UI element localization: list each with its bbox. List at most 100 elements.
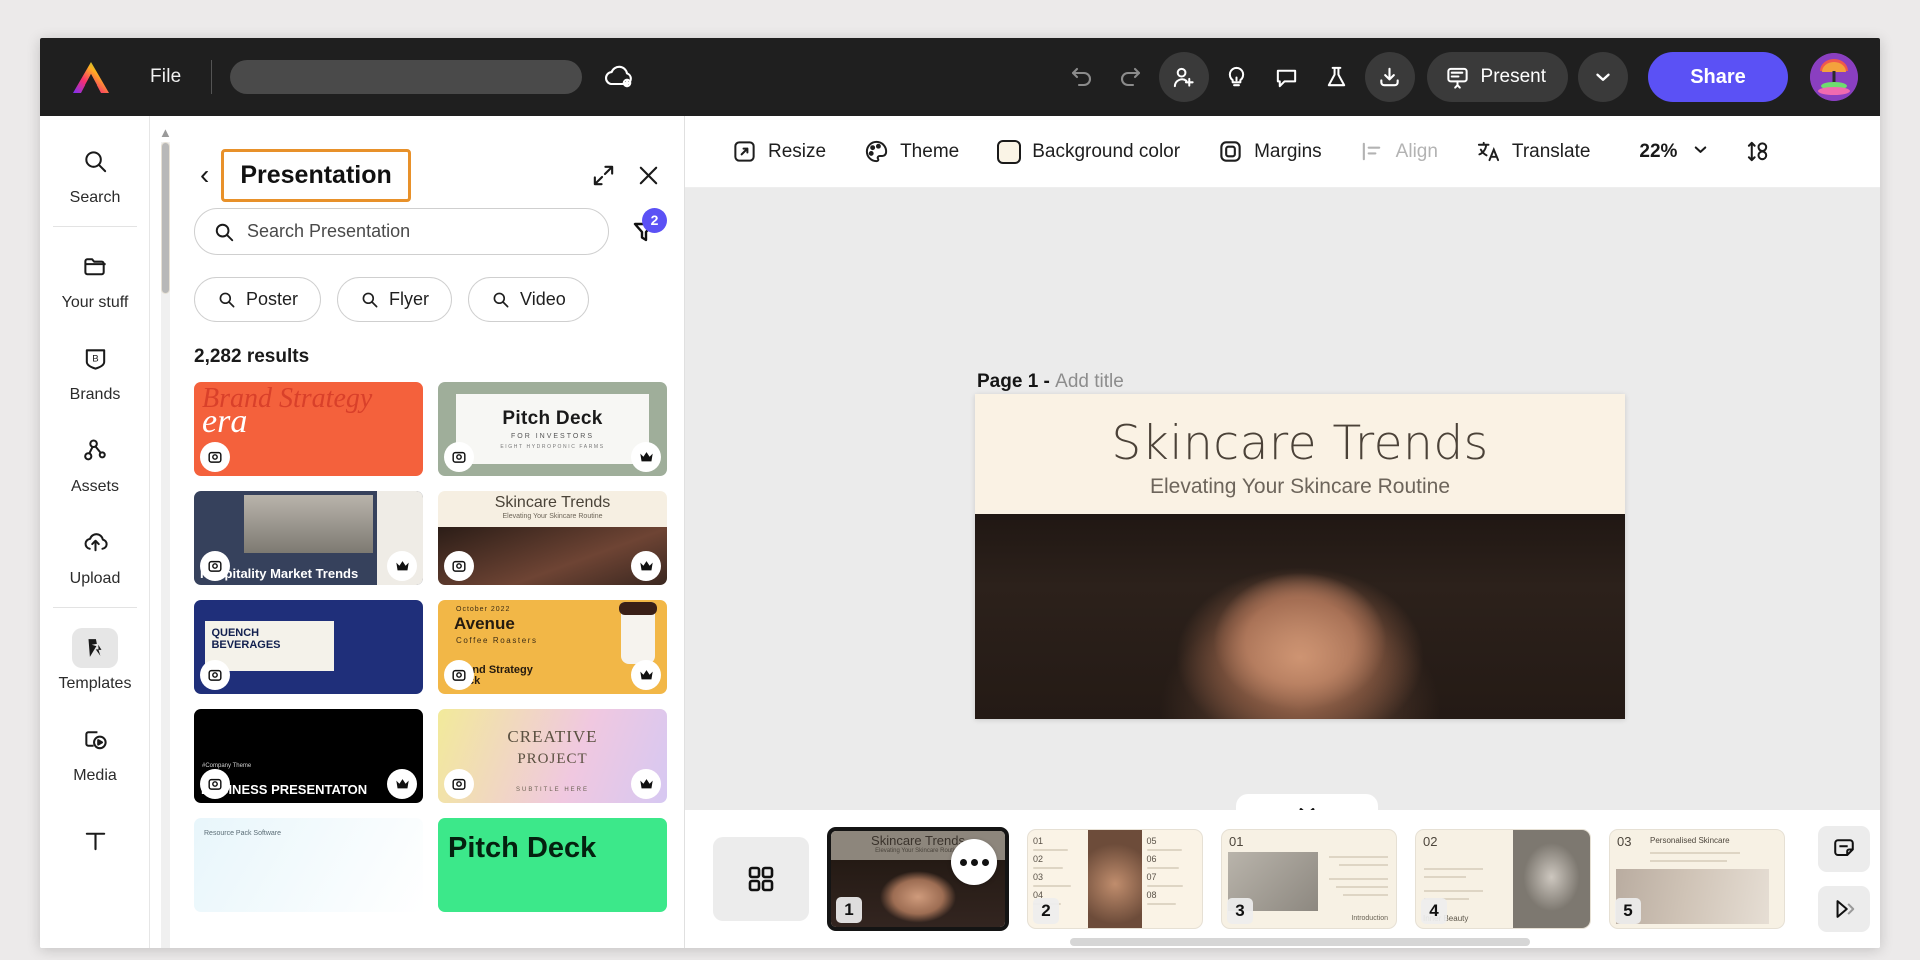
avatar[interactable] (1810, 53, 1858, 101)
undo-icon[interactable] (1059, 55, 1103, 99)
template-card[interactable]: Pitch Deck (438, 818, 667, 912)
template-card[interactable]: #Company Theme BUSINESS PRESENTATON (194, 709, 423, 803)
thumb-item: 02 (1033, 854, 1044, 864)
slide-filmstrip: Skincare Trends Elevating Your Skincare … (685, 810, 1807, 948)
thumb-section-number: 01 (1229, 834, 1244, 849)
scroll-up-arrow-icon[interactable]: ▲ (159, 125, 172, 140)
search-input-wrapper[interactable] (194, 208, 609, 255)
grid-view-button[interactable] (713, 837, 809, 921)
sidebar-item-brands[interactable]: B Brands (40, 325, 150, 417)
expand-diagonal-icon[interactable] (591, 163, 616, 188)
search-icon (213, 221, 235, 243)
notes-button[interactable] (1817, 826, 1870, 872)
filter-button[interactable]: 2 (623, 207, 667, 253)
comment-icon[interactable] (1265, 55, 1309, 99)
slide-thumbnail[interactable]: 02 Inner Beauty 4 (1415, 829, 1591, 929)
template-subtitle: #Company Theme (202, 763, 252, 769)
thumb-item: 01 (1033, 836, 1044, 846)
template-card[interactable]: CREATIVE PROJECT SUBTITLE HERE (438, 709, 667, 803)
sidebar-item-text[interactable] (40, 798, 150, 890)
back-chevron-left-icon[interactable]: ‹ (194, 157, 215, 193)
sidebar-item-label: Your stuff (61, 293, 129, 311)
zoom-control[interactable]: 22% (1639, 140, 1720, 164)
chip-label: Poster (246, 289, 299, 309)
template-title: CREATIVE (507, 727, 598, 746)
template-grid: Brand Strategy era Pitch Deck FOR INVEST… (176, 368, 684, 912)
top-bar-actions: Present Share (1059, 52, 1880, 102)
results-count: 2,282 results (194, 346, 310, 367)
premium-crown-icon (631, 769, 661, 799)
present-options-chevron-down-icon[interactable] (1578, 52, 1628, 102)
template-card[interactable]: Hospitality Market Trends (194, 491, 423, 585)
zoom-level[interactable]: 22% (1639, 141, 1677, 163)
zoom-chevron-down-icon[interactable] (1681, 140, 1720, 164)
panel-header: ‹ Presentation (176, 116, 684, 208)
redo-icon[interactable] (1109, 55, 1153, 99)
slide-number: 1 (836, 897, 862, 923)
slide-thumbnail[interactable]: 03 Personalised Skincare 5 (1609, 829, 1785, 929)
sidebar-item-your-stuff[interactable]: Your stuff (40, 233, 150, 325)
sidebar-item-label: Brands (69, 385, 121, 403)
text-tool-icon (72, 821, 118, 861)
page-title-placeholder[interactable]: Add title (1055, 371, 1124, 392)
play-button[interactable] (1817, 886, 1870, 932)
template-card[interactable]: Skincare Trends Elevating Your Skincare … (438, 491, 667, 585)
share-button[interactable]: Share (1648, 52, 1788, 102)
adobe-express-logo-icon[interactable] (68, 57, 114, 97)
template-card[interactable]: October 2022 Avenue Coffee Roasters Bran… (438, 600, 667, 694)
search-icon (72, 142, 118, 182)
chip-video[interactable]: Video (468, 277, 589, 322)
template-card[interactable]: Pitch Deck FOR INVESTORS EIGHT HYDROPONI… (438, 382, 667, 476)
sidebar-item-search[interactable]: Search (40, 128, 150, 220)
align-button[interactable]: Align (1341, 129, 1457, 175)
sidebar-item-upload[interactable]: Upload (40, 509, 150, 601)
scrollbar-thumb[interactable] (1070, 938, 1530, 946)
close-icon[interactable] (636, 163, 661, 188)
filmstrip-scrollbar[interactable] (685, 936, 1807, 948)
template-title: Skincare Trends (494, 494, 611, 511)
template-subtitle: Elevating Your Skincare Routine (502, 513, 603, 520)
tool-label: Translate (1511, 140, 1591, 162)
fit-to-screen-icon[interactable] (1746, 139, 1771, 164)
scrollbar-thumb[interactable] (161, 142, 170, 294)
template-card[interactable]: Resource Pack Software (194, 818, 423, 912)
search-input[interactable] (247, 221, 590, 242)
present-button[interactable]: Present (1426, 52, 1568, 102)
template-title: QUENCH BEVERAGES (211, 626, 281, 651)
background-color-button[interactable]: Background color (978, 129, 1199, 175)
lightbulb-icon[interactable] (1215, 55, 1259, 99)
resize-button[interactable]: Resize (713, 129, 845, 175)
translate-button[interactable]: Translate (1457, 129, 1610, 175)
chip-flyer[interactable]: Flyer (337, 277, 453, 322)
chip-poster[interactable]: Poster (194, 277, 322, 322)
panel-search-row: 2 (176, 207, 684, 255)
download-icon[interactable] (1364, 52, 1415, 102)
slide-photo (975, 514, 1625, 719)
app-window: File Present Share Search Your stuff B B… (40, 38, 1880, 948)
cloud-sync-icon[interactable] (602, 63, 636, 91)
margins-button[interactable]: Margins (1199, 129, 1341, 175)
flask-icon[interactable] (1315, 55, 1359, 99)
template-card[interactable]: Brand Strategy era (194, 382, 423, 476)
thumb-section-number: 03 (1617, 834, 1632, 849)
more-dots-icon[interactable] (951, 839, 997, 885)
template-card[interactable]: QUENCH BEVERAGES (194, 600, 423, 694)
slide-thumbnail[interactable]: 01 Introduction 3 (1221, 829, 1397, 929)
image-badge-icon (200, 442, 230, 472)
slide-thumbnail[interactable]: 01 02 03 04 05 06 07 08 2 (1027, 829, 1203, 929)
template-caption: SUBTITLE HERE (515, 787, 590, 793)
sidebar-item-templates[interactable]: Templates (40, 614, 150, 706)
slide-canvas[interactable]: Skincare Trends Elevating Your Skincare … (975, 394, 1625, 719)
panel-scrollbar[interactable]: ▲ (156, 116, 174, 948)
theme-button[interactable]: Theme (845, 129, 978, 175)
play-skip-icon (1832, 897, 1856, 921)
sidebar-item-media[interactable]: Media (40, 706, 150, 798)
present-label: Present (1480, 66, 1546, 87)
file-menu[interactable]: File (150, 66, 181, 88)
sidebar-item-assets[interactable]: Assets (40, 417, 150, 509)
thumb-item: 07 (1146, 872, 1157, 882)
tool-label: Background color (1032, 140, 1181, 162)
document-title-input[interactable] (230, 60, 583, 94)
add-person-icon[interactable] (1158, 52, 1209, 102)
slide-thumbnail[interactable]: Skincare Trends Elevating Your Skincare … (827, 827, 1009, 931)
